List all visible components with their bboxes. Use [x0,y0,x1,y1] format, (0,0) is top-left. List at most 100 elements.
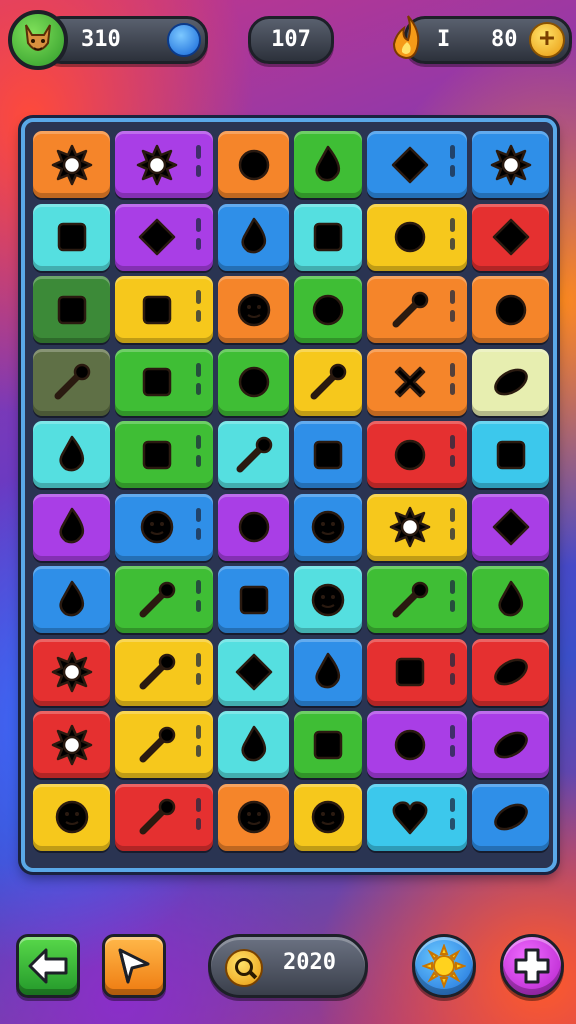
bone-icon [493,731,528,758]
board-tile[interactable] [218,131,289,198]
flag-icon [118,948,150,984]
crown-icon [235,653,272,691]
flame-icon [392,15,420,60]
player-score: 310 [81,27,121,52]
board-tile[interactable] [367,493,467,561]
tile-marks [195,797,201,838]
board-tile[interactable] [218,566,289,633]
kite-icon [492,508,529,546]
board-tile[interactable] [294,203,362,271]
board-tile[interactable] [294,348,362,416]
spiky-ball-icon [490,144,531,185]
board-tile[interactable] [218,711,289,778]
board-tile[interactable] [472,276,549,343]
tile-marks [449,652,455,693]
add-button[interactable] [500,934,564,998]
crate-icon [142,367,172,397]
board-tile[interactable] [33,276,110,343]
hint-button[interactable] [412,934,476,998]
board-tile[interactable] [294,276,362,343]
board-tile[interactable] [115,203,213,271]
board-tile[interactable] [472,783,549,851]
board-tile[interactable] [33,711,110,778]
board-tile[interactable] [367,348,467,416]
ball-icon [238,511,269,543]
board-tile[interactable] [218,493,289,561]
board-tile[interactable] [367,276,467,343]
badge-icon [51,724,92,765]
phone-icon [313,440,343,469]
board-tile[interactable] [367,566,467,633]
board-tile[interactable] [115,276,213,343]
board-tile[interactable] [294,638,362,706]
tile-marks [449,435,455,475]
board-tile[interactable] [294,421,362,488]
gem-icon [167,23,201,57]
board-tile[interactable] [218,783,289,851]
board-tile[interactable] [367,421,467,488]
spiky-ball-icon [51,144,92,185]
board-tile[interactable] [367,131,467,198]
bulb-icon [237,293,270,326]
board-tile[interactable] [115,638,213,706]
board-tile[interactable] [218,638,289,706]
back-button[interactable] [16,934,80,998]
board-tile[interactable] [115,421,213,488]
board-tile[interactable] [294,493,362,561]
rugby-ball-icon [493,803,528,831]
board-tile[interactable] [367,638,467,706]
x-icon [394,366,426,398]
board-tile[interactable] [115,348,213,416]
shuffle-button[interactable] [102,934,166,998]
slime-icon [311,510,345,544]
board-tile[interactable] [472,493,549,561]
add-coins-button[interactable]: + [529,22,565,58]
board-tile[interactable] [472,421,549,488]
board-tile[interactable] [115,493,213,561]
tile-marks [449,725,455,765]
star-blob-icon [58,435,84,471]
board-tile[interactable] [367,711,467,778]
board-tile[interactable] [218,203,289,271]
robot-icon [55,800,88,834]
orb-icon [394,729,426,760]
cloud-icon [238,149,269,180]
player-avatar[interactable] [8,10,68,70]
board-tile[interactable] [115,783,213,851]
board-tile[interactable] [115,711,213,778]
feather-icon [58,580,84,616]
board-tile[interactable] [367,203,467,271]
board-tile[interactable] [472,566,549,633]
board-tile[interactable] [294,783,362,851]
board-tile[interactable] [33,638,110,706]
board-tile[interactable] [33,493,110,561]
board-tile[interactable] [33,203,110,271]
board-tile[interactable] [472,131,549,198]
board-tile[interactable] [33,421,110,488]
board-tile[interactable] [218,276,289,343]
board-tile[interactable] [472,348,549,416]
board-tile[interactable] [33,566,110,633]
board-tile[interactable] [294,131,362,198]
board-tile[interactable] [472,203,549,271]
board-tile[interactable] [33,783,110,851]
board-tile[interactable] [367,783,467,851]
board-tile[interactable] [115,131,213,198]
magnifier-icon [225,949,263,987]
radio-icon [239,585,268,614]
top-hud: 310 107 I 80 + [0,8,576,70]
board-tile[interactable] [472,638,549,706]
board-tile[interactable] [115,566,213,633]
board-tile[interactable] [218,348,289,416]
board-tile[interactable] [294,566,362,633]
coin-count: 80 [491,27,518,52]
board-tile[interactable] [294,711,362,778]
sun-icon [422,944,466,988]
pot-icon [496,440,525,469]
tile-marks [449,145,455,185]
cube-icon [142,440,172,469]
board-tile[interactable] [472,711,549,778]
board-tile[interactable] [218,421,289,488]
board-tile[interactable] [33,348,110,416]
board-tile[interactable] [33,131,110,198]
